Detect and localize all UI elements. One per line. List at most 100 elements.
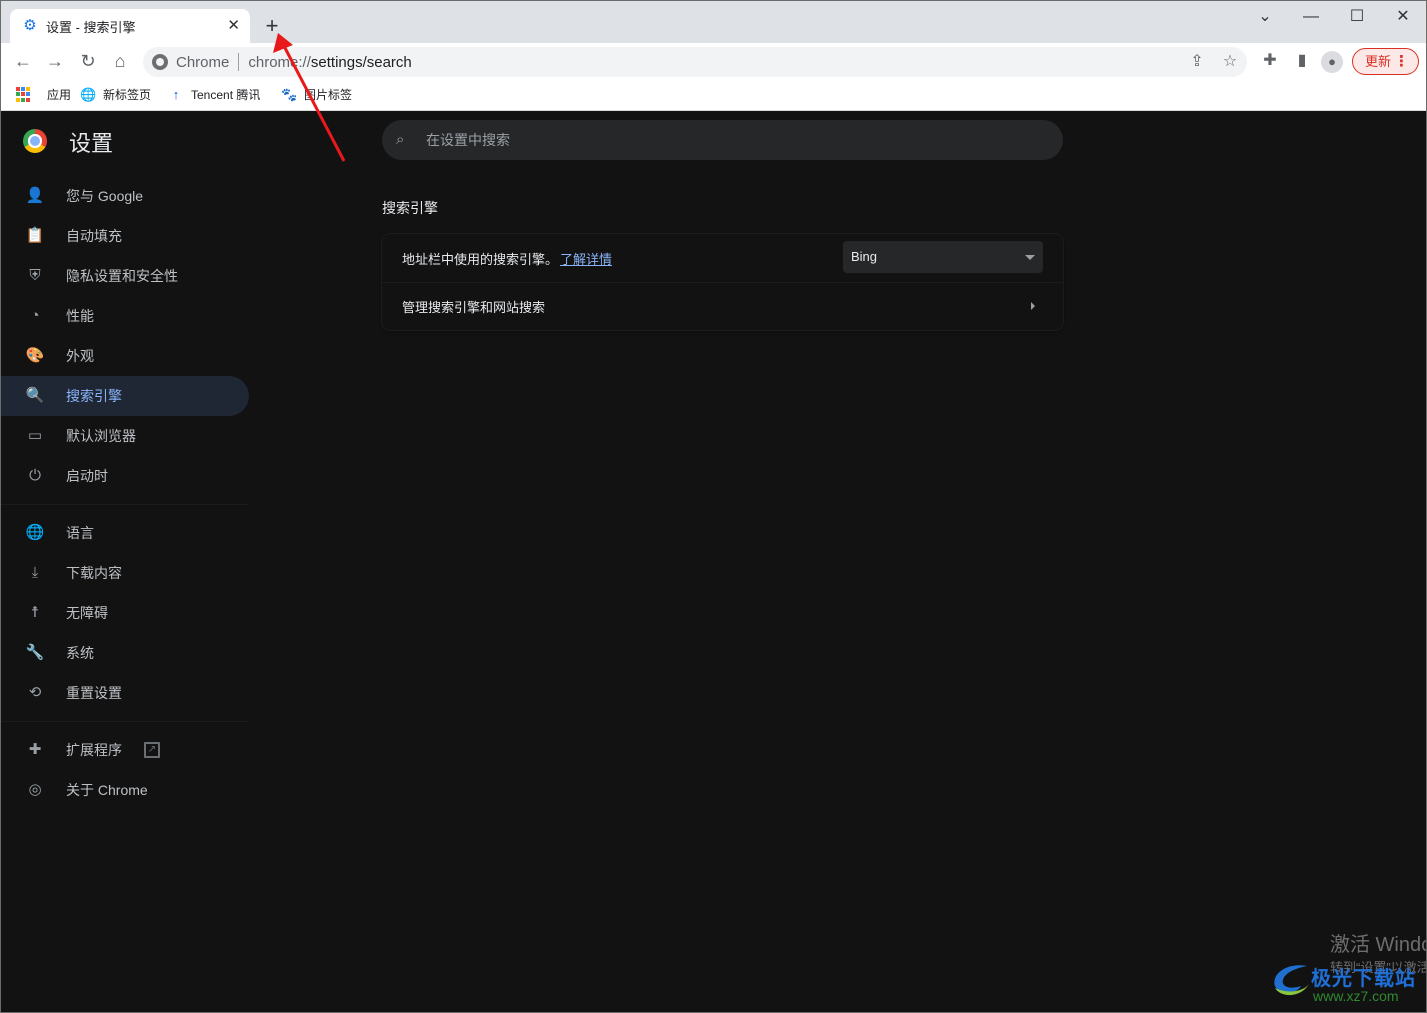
maximize-button[interactable]: ☐ bbox=[1337, 3, 1377, 31]
sidebar-item[interactable]: 👤 您与 Google bbox=[1, 176, 249, 216]
minimize-button[interactable]: — bbox=[1291, 3, 1331, 31]
bookmark-label: Tencent 腾讯 bbox=[191, 88, 261, 102]
settings-search[interactable]: ⌕ bbox=[382, 120, 1063, 160]
close-window-button[interactable]: ✕ bbox=[1383, 3, 1423, 31]
settings-sidebar: 👤 您与 Google 📋 自动填充 ⛨ 隐私设置和安全性 ◔ 性能 🎨 外观 🔍 搜索引擎 ▭ 默认浏览… bbox=[1, 176, 251, 810]
bookmark-label: 新标签页 bbox=[103, 88, 152, 102]
sidebar-item-label: 关于 Chrome bbox=[66, 782, 148, 798]
sidebar-item[interactable]: ⛨ 隐私设置和安全性 bbox=[1, 256, 249, 296]
clipboard-icon: 📋 bbox=[25, 227, 45, 244]
sidebar-item-label: 扩展程序 bbox=[66, 742, 122, 758]
power-icon: ⏻ bbox=[29, 467, 41, 484]
tab-settings-search[interactable]: ⚙ 设置 - 搜索引擎 ✕ bbox=[10, 9, 250, 43]
sidebar-item[interactable]: ⏻ 启动时 bbox=[1, 456, 249, 496]
extensions-button[interactable]: ✚ bbox=[1258, 49, 1282, 73]
sidebar-item-label: 重置设置 bbox=[66, 685, 122, 701]
back-button[interactable]: ← bbox=[11, 49, 35, 73]
back-arrow-icon: ← bbox=[14, 51, 32, 71]
sidebar-item-label: 无障碍 bbox=[66, 605, 108, 621]
side-panel-button[interactable]: ▮ bbox=[1290, 49, 1314, 73]
minimize-icon: — bbox=[1303, 8, 1319, 25]
manage-label: 管理搜索引擎和网站搜索 bbox=[402, 300, 546, 315]
close-icon[interactable]: ✕ bbox=[227, 18, 240, 34]
bookmark-images[interactable]: 🐾 图片标签 bbox=[281, 86, 352, 103]
share-icon[interactable]: ⇪ bbox=[1186, 51, 1208, 73]
accessibility-icon: ☨ bbox=[30, 604, 40, 621]
search-engine-select[interactable]: Bing bbox=[843, 241, 1043, 273]
manage-search-engines-row[interactable]: 管理搜索引擎和网站搜索 bbox=[382, 282, 1063, 330]
sidebar-item-label: 启动时 bbox=[66, 468, 108, 484]
forward-button[interactable]: → bbox=[43, 49, 67, 73]
sidebar-item-label: 性能 bbox=[66, 308, 94, 324]
selected-engine: Bing bbox=[851, 249, 878, 264]
home-icon: ⌂ bbox=[114, 51, 126, 71]
reload-button[interactable]: ↻ bbox=[76, 49, 100, 73]
download-icon: ⤓ bbox=[31, 564, 39, 581]
bookmark-label: 应用 bbox=[47, 88, 72, 102]
url-scheme: chrome:// bbox=[248, 53, 311, 71]
bookmark-tencent[interactable]: ↑ Tencent 腾讯 bbox=[168, 86, 261, 103]
person-icon: 👤 bbox=[25, 187, 45, 204]
sidebar-item-label: 下载内容 bbox=[66, 565, 122, 581]
update-button[interactable]: 更新 ⋮ bbox=[1352, 48, 1419, 75]
bookmark-label: 图片标签 bbox=[304, 88, 353, 102]
nav-divider bbox=[1, 504, 249, 505]
sidebar-item[interactable]: 🔧 系统 bbox=[1, 633, 249, 673]
close-icon: ✕ bbox=[1396, 8, 1410, 25]
star-icon[interactable]: ☆ bbox=[1219, 51, 1241, 73]
chevron-down-icon: ⌄ bbox=[1258, 8, 1272, 25]
paw-icon: 🐾 bbox=[281, 86, 298, 102]
palette-icon: 🎨 bbox=[25, 347, 45, 364]
sidebar-item[interactable]: ☨ 无障碍 bbox=[1, 593, 249, 633]
omnibox-chip: Chrome bbox=[176, 53, 230, 71]
tab-search-button[interactable]: ⌄ bbox=[1245, 3, 1285, 31]
bookmark-new-tab[interactable]: 🌐 新标签页 bbox=[80, 86, 151, 103]
page-title: 设置 bbox=[69, 131, 114, 156]
sidebar-item-label: 外观 bbox=[66, 348, 94, 364]
speedometer-icon: ◔ bbox=[30, 307, 40, 324]
sidebar-item-label: 系统 bbox=[66, 645, 94, 661]
sidebar-item[interactable]: 🔍 搜索引擎 bbox=[1, 376, 249, 416]
title-bar: ⚙ 设置 - 搜索引擎 ✕ + ⌄ — ☐ ✕ bbox=[1, 1, 1426, 43]
chrome-logo-icon bbox=[23, 129, 47, 153]
bookmarks-bar: 应用 🌐 新标签页 ↑ Tencent 腾讯 🐾 图片标签 bbox=[1, 79, 1426, 111]
sidebar-item-label: 自动填充 bbox=[66, 228, 122, 244]
globe-icon: 🌐 bbox=[80, 86, 97, 102]
forward-arrow-icon: → bbox=[46, 51, 64, 71]
update-label: 更新 bbox=[1365, 54, 1392, 69]
sidebar-item[interactable]: ⤓ 下载内容 bbox=[1, 553, 249, 593]
reload-icon: ↻ bbox=[80, 51, 96, 71]
profile-button[interactable]: ● bbox=[1321, 51, 1343, 73]
address-bar[interactable]: Chrome chrome://settings/search ⇪ ☆ bbox=[143, 47, 1247, 77]
caret-down-icon bbox=[1025, 255, 1035, 260]
sidebar-item[interactable]: ✚ 扩展程序 ↗ bbox=[1, 730, 249, 770]
new-tab-button[interactable]: + bbox=[258, 13, 286, 41]
tab-title: 设置 - 搜索引擎 bbox=[46, 19, 136, 35]
sidebar-item-label: 语言 bbox=[66, 525, 94, 541]
omnibox-separator bbox=[238, 53, 240, 71]
url-path: settings/search bbox=[310, 53, 412, 71]
sidebar-item[interactable]: 📋 自动填充 bbox=[1, 216, 249, 256]
toolbar: ← → ↻ ⌂ Chrome chrome://settings/search … bbox=[1, 43, 1426, 79]
maximize-icon: ☐ bbox=[1349, 8, 1365, 25]
sidebar-item[interactable]: ▭ 默认浏览器 bbox=[1, 416, 249, 456]
sidebar-item[interactable]: ⟲ 重置设置 bbox=[1, 673, 249, 713]
default-search-engine-row: 地址栏中使用的搜索引擎。 了解详情 Bing bbox=[382, 234, 1063, 282]
shield-icon: ⛨ bbox=[29, 267, 41, 284]
sidebar-item[interactable]: 🌐 语言 bbox=[1, 513, 249, 553]
home-button[interactable]: ⌂ bbox=[108, 49, 132, 73]
learn-more-link[interactable]: 了解详情 bbox=[560, 249, 612, 268]
plus-icon: + bbox=[265, 13, 279, 38]
settings-page: 设置 👤 您与 Google 📋 自动填充 ⛨ 隐私设置和安全性 ◔ 性能 🎨 外观 🔍 搜索引擎 ▭ 默… bbox=[1, 112, 1426, 1012]
sidebar-item-label: 隐私设置和安全性 bbox=[66, 268, 178, 284]
sidebar-item[interactable]: ◔ 性能 bbox=[1, 296, 249, 336]
sidebar-item[interactable]: ◎ 关于 Chrome bbox=[1, 770, 249, 810]
sidebar-item-label: 搜索引擎 bbox=[66, 388, 122, 404]
sidebar-item[interactable]: 🎨 外观 bbox=[1, 336, 249, 376]
settings-search-input[interactable] bbox=[426, 132, 1026, 148]
gear-icon: ⚙ bbox=[23, 17, 37, 34]
url-text[interactable]: chrome://settings/search bbox=[248, 54, 411, 71]
external-link-icon: ↗ bbox=[144, 742, 160, 758]
bookmark-apps[interactable]: 应用 bbox=[16, 86, 71, 103]
tencent-icon: ↑ bbox=[172, 86, 180, 102]
